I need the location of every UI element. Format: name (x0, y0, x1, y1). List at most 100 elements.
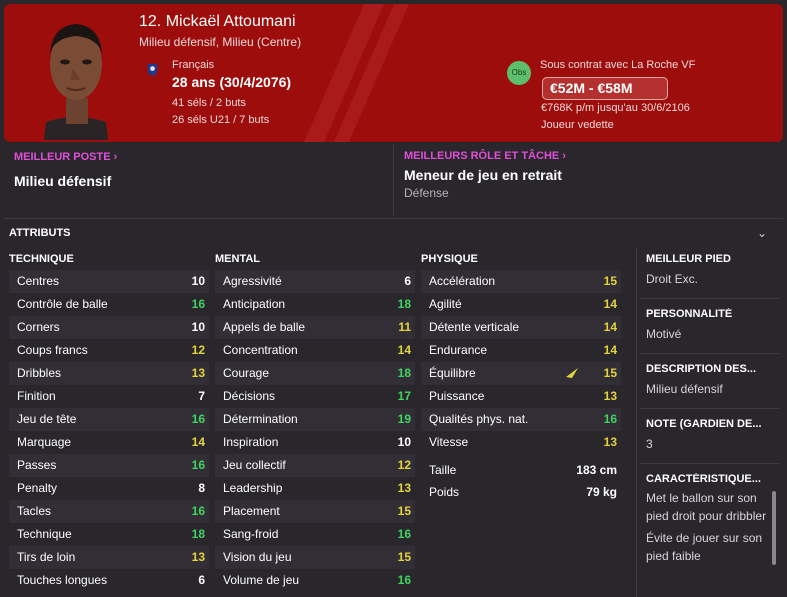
attribute-row[interactable]: Placement 15 (215, 500, 415, 523)
best-role-link[interactable]: MEILLEURS RÔLE ET TÂCHE › (404, 150, 566, 162)
best-role-label: MEILLEURS RÔLE ET TÂCHE (404, 150, 560, 162)
attribute-row[interactable]: Touches longues 6 (9, 569, 209, 592)
attribute-value: 16 (191, 412, 205, 426)
attribute-row[interactable]: Centres 10 (9, 270, 209, 293)
attribute-value: 6 (198, 573, 205, 587)
player-age: 28 ans (30/4/2076) (172, 74, 292, 90)
description-value: Milieu défensif (646, 382, 723, 396)
attribute-row[interactable]: Penalty 8 (9, 477, 209, 500)
attribute-row[interactable]: Détente verticale 14 (421, 316, 621, 339)
attribute-label: Courage (223, 366, 270, 380)
attribute-row[interactable]: Endurance 14 (421, 339, 621, 362)
attribute-row[interactable]: Jeu collectif 12 (215, 454, 415, 477)
attribute-row[interactable]: Concentration 14 (215, 339, 415, 362)
attribute-row[interactable]: Agressivité 6 (215, 270, 415, 293)
attribute-label: Leadership (223, 481, 283, 495)
divider (640, 353, 779, 354)
attribute-row[interactable]: Coups francs 12 (9, 339, 209, 362)
attribute-value: 14 (603, 343, 617, 357)
best-role-duty: Défense (404, 186, 449, 200)
attribute-row[interactable]: Inspiration 10 (215, 431, 415, 454)
attribute-value: 13 (603, 435, 617, 449)
technique-header: TECHNIQUE (9, 253, 74, 265)
player-traits[interactable]: CARACTÉRISTIQUE... Met le ballon sur son… (646, 473, 770, 565)
attribute-row[interactable]: Appels de balle 11 (215, 316, 415, 339)
attribute-label: Technique (17, 527, 72, 541)
chevron-down-icon[interactable]: ⌄ (757, 226, 767, 240)
player-caps-u21: 26 séls U21 / 7 buts (172, 114, 270, 126)
attribute-row[interactable]: Vitesse 13 (421, 431, 621, 454)
attributes-title: ATTRIBUTS (9, 227, 71, 239)
attribute-label: Tirs de loin (17, 550, 76, 564)
attribute-row[interactable]: Passes 16 (9, 454, 209, 477)
attribute-label: Finition (17, 389, 56, 403)
attribute-row[interactable]: Anticipation 18 (215, 293, 415, 316)
attribute-row[interactable]: Technique 18 (9, 523, 209, 546)
technique-list: Centres 10 Contrôle de balle 16 Corners 10 Cou… (9, 270, 209, 592)
attribute-value: 10 (397, 435, 411, 449)
contract-club[interactable]: Sous contrat avec La Roche VF (540, 59, 695, 71)
attribute-trend-arrow-icon (566, 368, 578, 378)
preferred-foot-value: Droit Exc. (646, 272, 699, 286)
attribute-row[interactable]: Tirs de loin 13 (9, 546, 209, 569)
attribute-value: 15 (603, 366, 617, 380)
attribute-label: Coups francs (17, 343, 88, 357)
attribute-label: Volume de jeu (223, 573, 300, 587)
attribute-label: Vitesse (429, 435, 469, 449)
attribute-row[interactable]: Jeu de tête 16 (9, 408, 209, 431)
attribute-row[interactable]: Marquage 14 (9, 431, 209, 454)
weight-row-value: 79 kg (586, 485, 617, 499)
attribute-value: 16 (603, 412, 617, 426)
divider (640, 463, 779, 464)
attribute-row[interactable]: Contrôle de balle 16 (9, 293, 209, 316)
attribute-value: 13 (397, 481, 411, 495)
attribute-value: 16 (191, 297, 205, 311)
attribute-label: Jeu collectif (223, 458, 286, 472)
attribute-label: Accélération (429, 274, 496, 288)
attribute-row[interactable]: Sang-froid 16 (215, 523, 415, 546)
attribute-value: 14 (397, 343, 411, 357)
best-position-link[interactable]: MEILLEUR POSTE › (14, 151, 117, 163)
squad-status: Joueur vedette (541, 119, 614, 131)
media-description[interactable]: DESCRIPTION DES... Milieu défensif (646, 363, 778, 396)
attribute-row[interactable]: Qualités phys. nat. 16 (421, 408, 621, 431)
attribute-label: Contrôle de balle (17, 297, 108, 311)
attribute-row[interactable]: Courage 18 (215, 362, 415, 385)
best-role-value: Meneur de jeu en retrait (404, 167, 562, 183)
attribute-row[interactable]: Décisions 17 (215, 385, 415, 408)
attribute-row[interactable]: Tacles 16 (9, 500, 209, 523)
attribute-row[interactable]: Agilité 14 (421, 293, 621, 316)
best-position-label: MEILLEUR POSTE (14, 151, 111, 163)
attribute-value: 14 (191, 435, 205, 449)
attribute-row[interactable]: Accélération 15 (421, 270, 621, 293)
attribute-value: 18 (397, 366, 411, 380)
weight-row: Poids 79 kg (421, 481, 621, 503)
attribute-row[interactable]: Finition 7 (9, 385, 209, 408)
personality-label: PERSONNALITÉ (646, 308, 733, 320)
goalkeeper-rating[interactable]: NOTE (GARDIEN DE... 3 (646, 418, 778, 451)
attribute-row[interactable]: Vision du jeu 15 (215, 546, 415, 569)
attribute-row[interactable]: Dribbles 13 (9, 362, 209, 385)
attribute-row[interactable]: Corners 10 (9, 316, 209, 339)
attribute-value: 13 (603, 389, 617, 403)
divider (640, 298, 779, 299)
trait-item: Met le ballon sur son pied droit pour dr… (646, 491, 767, 523)
attribute-value: 16 (397, 527, 411, 541)
obs-badge[interactable]: Obs (507, 61, 531, 85)
attribute-label: Corners (17, 320, 60, 334)
attribute-row[interactable]: Équilibre 15 (421, 362, 621, 385)
traits-scrollbar[interactable] (772, 491, 776, 565)
attribute-value: 16 (397, 573, 411, 587)
attribute-label: Vision du jeu (223, 550, 292, 564)
transfer-value[interactable]: €52M - €58M (542, 77, 668, 100)
attribute-row[interactable]: Puissance 13 (421, 385, 621, 408)
attribute-row[interactable]: Volume de jeu 16 (215, 569, 415, 592)
attribute-label: Agilité (429, 297, 462, 311)
attribute-row[interactable]: Leadership 13 (215, 477, 415, 500)
gk-label: NOTE (GARDIEN DE... (646, 418, 762, 430)
attribute-value: 6 (404, 274, 411, 288)
attribute-row[interactable]: Détermination 19 (215, 408, 415, 431)
attribute-value: 16 (191, 504, 205, 518)
height-row-value: 183 cm (576, 463, 617, 477)
attribute-label: Dribbles (17, 366, 62, 380)
